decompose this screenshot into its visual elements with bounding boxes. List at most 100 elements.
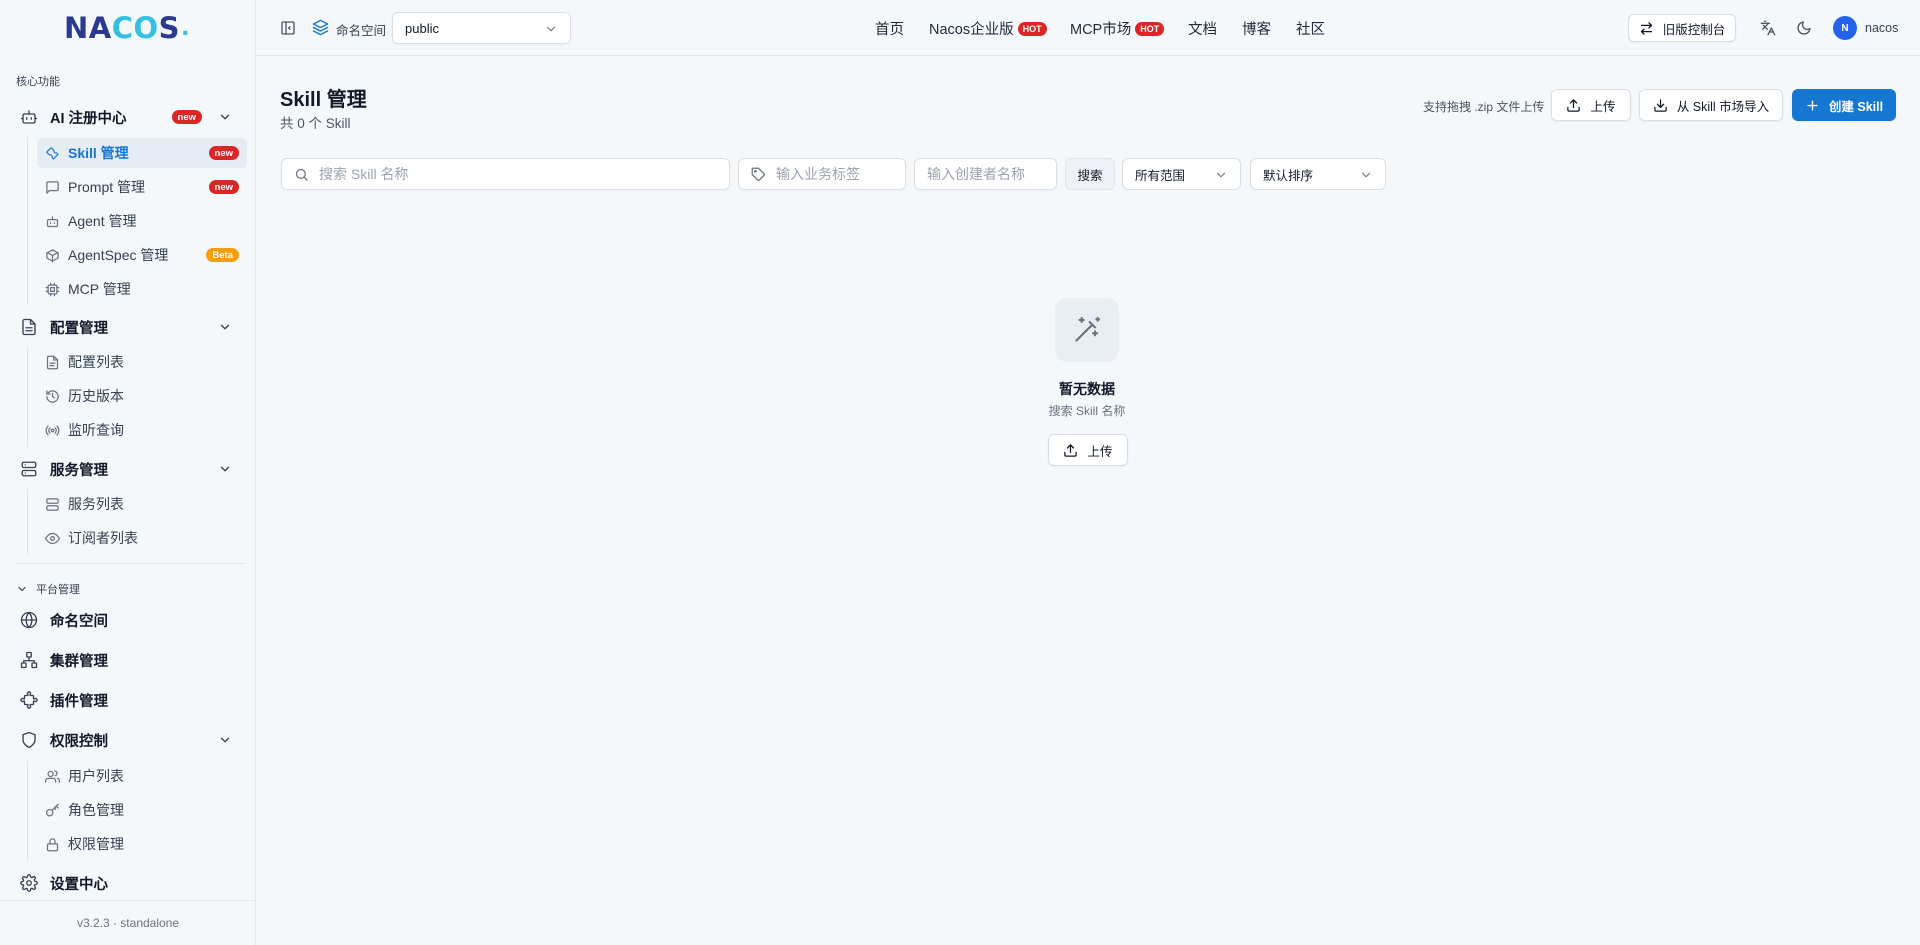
nav-docs[interactable]: 文档 (1188, 18, 1217, 39)
platform-section-toggle[interactable]: 平台管理 (16, 581, 80, 597)
message-square-icon (45, 180, 60, 195)
chevron-down-icon[interactable] (218, 733, 232, 747)
radio-icon (45, 423, 60, 438)
translate-icon[interactable] (1760, 20, 1776, 36)
key-icon (45, 803, 60, 818)
sidebar-item-service-list[interactable]: 服务列表 (37, 489, 247, 519)
nacos-logo[interactable]: NA C O S. (64, 11, 190, 45)
lock-icon (45, 837, 60, 852)
search-button[interactable]: 搜索 (1065, 158, 1115, 190)
globe-icon (20, 611, 38, 629)
nav-blog[interactable]: 博客 (1242, 18, 1271, 39)
sidebar-group-service[interactable]: 服务管理 (10, 452, 246, 486)
sidebar-item-mcp[interactable]: MCP 管理 (37, 274, 247, 304)
server-icon (45, 497, 60, 512)
sidebar-item-permission[interactable]: 权限管理 (37, 829, 247, 859)
eye-icon (45, 531, 60, 546)
sidebar-group-label: AI 注册中心 (50, 110, 127, 127)
hot-badge: HOT (1135, 21, 1165, 36)
chevron-down-icon (1361, 172, 1371, 178)
hot-badge: HOT (1017, 21, 1047, 36)
nav-mcp-market[interactable]: MCP市场 HOT (1070, 18, 1165, 39)
chevron-down-icon[interactable] (218, 110, 232, 124)
skill-search-input[interactable]: 搜索 Skill 名称 (281, 158, 730, 190)
sidebar-item-agentspec[interactable]: AgentSpec 管理 Beta (37, 240, 247, 270)
sidebar-item-history[interactable]: 历史版本 (37, 381, 247, 411)
file-text-icon (20, 318, 38, 336)
chevron-down-icon[interactable] (218, 462, 232, 476)
swap-icon (1640, 21, 1652, 35)
new-badge: new (208, 180, 239, 194)
submenu-line (27, 761, 28, 861)
page-subtitle: 共 0 个 Skill (280, 116, 351, 131)
cpu-icon (45, 282, 60, 297)
sidebar-item-subscriber-list[interactable]: 订阅者列表 (37, 523, 247, 553)
users-icon (45, 769, 60, 784)
sidebar-item-plugin[interactable]: 插件管理 (10, 683, 246, 717)
upload-icon (1064, 443, 1078, 457)
empty-state-subtitle: 搜索 Skill 名称 (1048, 404, 1126, 418)
upload-button[interactable]: 上传 (1551, 89, 1631, 121)
sidebar-item-config-list[interactable]: 配置列表 (37, 347, 247, 377)
file-icon (45, 355, 60, 370)
tag-input[interactable]: 输入业务标签 (738, 158, 906, 190)
sidebar: NA C O S. 核心功能 AI 注册中心 new Skill 管理 new Pro… (0, 0, 256, 945)
sidebar-item-agent[interactable]: Agent 管理 (37, 206, 247, 236)
new-badge: new (171, 110, 202, 124)
nav-community[interactable]: 社区 (1296, 18, 1325, 39)
server-icon (20, 460, 38, 478)
sidebar-group-ai-registry[interactable]: AI 注册中心 new (10, 100, 246, 134)
top-bar: 命名空间 public 首页 Nacos企业版 HOT MCP市场 HOT 文档 博… (256, 0, 1920, 56)
plus-icon (1807, 99, 1818, 111)
chevron-down-icon (1216, 172, 1226, 178)
tag-icon (751, 167, 765, 181)
sidebar-group-config[interactable]: 配置管理 (10, 310, 246, 344)
gear-icon (20, 874, 38, 892)
namespace-select[interactable]: public (392, 12, 571, 44)
submenu-line (27, 489, 28, 555)
import-from-market-button[interactable]: 从 Skill 市场导入 (1639, 89, 1783, 121)
sidebar-item-namespace[interactable]: 命名空间 (10, 603, 246, 637)
chevron-down-icon[interactable] (218, 320, 232, 334)
nav-enterprise[interactable]: Nacos企业版 HOT (929, 18, 1047, 39)
nav-home[interactable]: 首页 (875, 18, 904, 39)
magic-wand-icon (1055, 298, 1119, 362)
empty-upload-button[interactable]: 上传 (1048, 434, 1128, 466)
layers-icon (312, 19, 329, 36)
creator-input[interactable]: 输入创建者名称 (914, 158, 1057, 190)
sidebar-item-cluster[interactable]: 集群管理 (10, 643, 246, 677)
wrench-icon (45, 146, 60, 161)
sidebar-toggle-icon[interactable] (280, 20, 296, 36)
sidebar-item-prompt[interactable]: Prompt 管理 new (37, 172, 247, 202)
sidebar-item-listener[interactable]: 监听查询 (37, 415, 247, 445)
sidebar-item-user-list[interactable]: 用户列表 (37, 761, 247, 791)
box-icon (45, 248, 60, 263)
sidebar-group-auth[interactable]: 权限控制 (10, 723, 246, 757)
sort-select[interactable]: 默认排序 (1250, 158, 1386, 190)
sidebar-footer-divider (0, 900, 256, 901)
moon-icon[interactable] (1796, 20, 1812, 36)
scope-select[interactable]: 所有范围 (1122, 158, 1241, 190)
search-icon (295, 168, 308, 181)
sidebar-item-role[interactable]: 角色管理 (37, 795, 247, 825)
sidebar-item-skill[interactable]: Skill 管理 new (37, 138, 247, 168)
robot-icon (20, 108, 38, 126)
upload-icon (1567, 98, 1581, 112)
page-title: Skill 管理 (280, 89, 367, 111)
beta-badge: Beta (206, 248, 239, 262)
legacy-console-button[interactable]: 旧版控制台 (1628, 14, 1736, 42)
sidebar-item-settings[interactable]: 设置中心 (10, 866, 246, 900)
upload-hint: 支持拖拽 .zip 文件上传 (1423, 100, 1545, 114)
username[interactable]: nacos (1865, 21, 1898, 35)
bot-icon (45, 214, 60, 229)
new-badge: new (208, 146, 239, 160)
sidebar-divider (16, 563, 246, 564)
avatar[interactable]: N (1833, 16, 1857, 40)
shield-icon (20, 731, 38, 749)
create-skill-button[interactable]: 创建 Skill (1792, 89, 1896, 121)
version-label: v3.2.3 · standalone (76, 916, 180, 930)
download-icon (1654, 98, 1667, 112)
namespace-label: 命名空间 (336, 24, 387, 38)
network-icon (20, 651, 38, 669)
empty-state-title: 暂无数据 (1059, 381, 1115, 397)
